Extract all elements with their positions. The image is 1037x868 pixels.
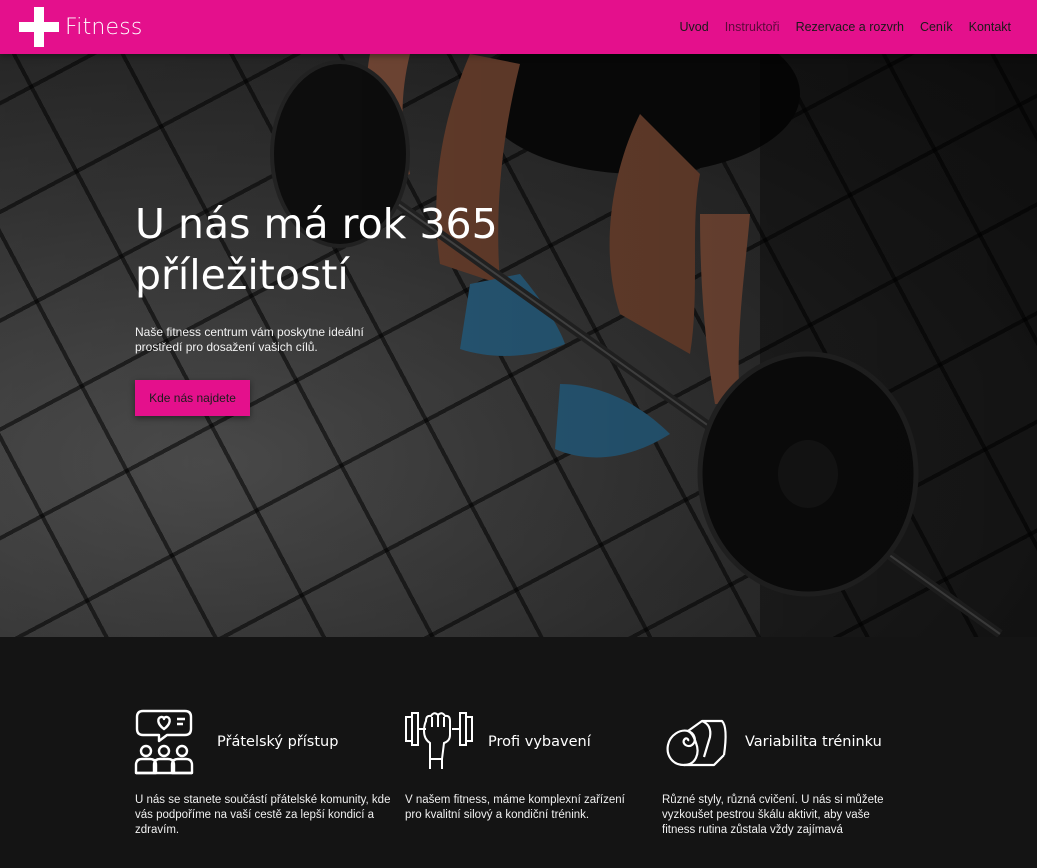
dumbbell-fist-icon (405, 712, 473, 769)
feature-title-equipment: Profi vybavení (488, 734, 591, 750)
feature-title-variability: Variabilita tréninku (745, 734, 882, 750)
site-header: Fitness Uvod Instruktoři Rezervace a roz… (0, 0, 1037, 54)
hero-title: U nás má rok 365 příležitostí (135, 199, 555, 301)
nav-link-rezervace[interactable]: Rezervace a rozvrh (796, 20, 904, 34)
feature-equipment: Profi vybavení V našem fitness, máme kom… (404, 707, 625, 821)
features-section: Přátelský přístup U nás se stanete součá… (0, 637, 1037, 868)
hero-title-line2: příležitostí (135, 251, 349, 299)
main-nav: Uvod Instruktoři Rezervace a rozvrh Cení… (680, 20, 1012, 34)
feature-text-equipment: V našem fitness, máme komplexní zařízení… (405, 794, 625, 821)
feature-friendly: Přátelský přístup U nás se stanete součá… (133, 707, 390, 836)
nav-link-kontakt[interactable]: Kontakt (969, 20, 1011, 34)
nav-link-cenik[interactable]: Ceník (920, 20, 953, 34)
yoga-mat-icon (666, 719, 727, 767)
hero-title-line1: U nás má rok 365 (135, 200, 498, 248)
brand-name: Fitness (65, 14, 143, 40)
feature-text-friendly: U nás se stanete součástí přátelské komu… (135, 794, 391, 836)
feature-variability: Variabilita tréninku Různé styly, různá … (662, 707, 884, 836)
hero-description: Naše fitness centrum vám poskytne ideáln… (135, 325, 364, 354)
community-icon (134, 709, 194, 775)
nav-link-instruktori[interactable]: Instruktoři (725, 20, 780, 34)
nav-link-uvod[interactable]: Uvod (680, 20, 709, 34)
hero-section: U nás má rok 365 příležitostí Naše fitne… (0, 54, 1037, 637)
brand-logo[interactable]: Fitness (19, 7, 143, 47)
cross-logo-icon (19, 7, 59, 47)
feature-text-variability: Různé styly, různá cvičení. U nás si můž… (662, 794, 884, 836)
find-us-button[interactable]: Kde nás najdete (135, 380, 250, 416)
hero-content: U nás má rok 365 příležitostí Naše fitne… (135, 199, 555, 416)
feature-title-friendly: Přátelský přístup (217, 734, 339, 750)
